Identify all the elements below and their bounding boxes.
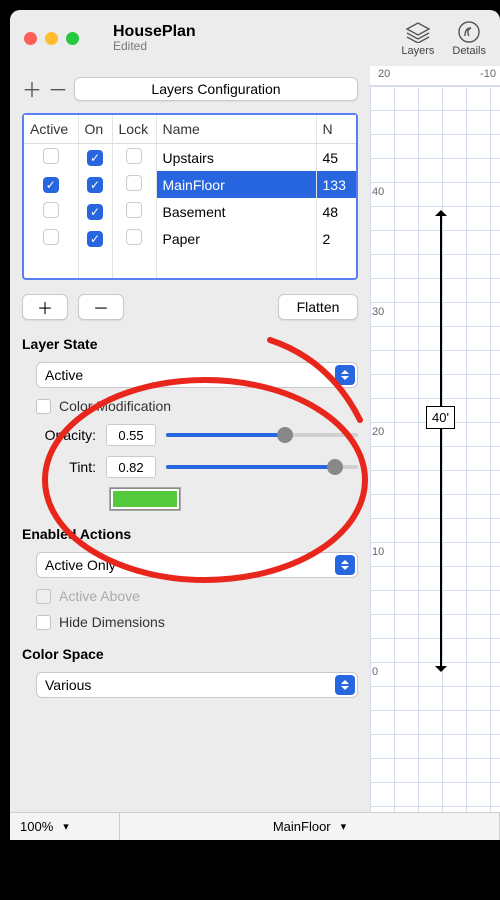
layers-panel: ＋ － Layers Configuration Active On Lock …	[10, 66, 370, 812]
details-icon	[454, 19, 484, 45]
active-checkbox[interactable]	[43, 202, 59, 218]
opacity-label: Opacity:	[36, 427, 96, 443]
layer-name: Paper	[156, 225, 316, 252]
ruler-tick: 20	[378, 68, 390, 80]
chevron-down-icon: ▾	[63, 820, 69, 833]
details-toolbar-button[interactable]: Details	[452, 19, 486, 57]
tint-label: Tint:	[36, 459, 96, 475]
active-above-checkbox: Active Above	[36, 588, 358, 604]
color-space-heading: Color Space	[22, 646, 358, 662]
table-row[interactable]: Upstairs45	[24, 144, 356, 172]
table-row[interactable]: MainFloor133	[24, 171, 356, 198]
chevron-down-icon: ▾	[341, 820, 347, 833]
lock-checkbox[interactable]	[126, 229, 142, 245]
enabled-actions-heading: Enabled Actions	[22, 526, 358, 542]
dimension-label: 40'	[426, 406, 455, 429]
checkbox-icon	[36, 399, 51, 414]
visible-checkbox[interactable]	[87, 177, 103, 193]
close-icon[interactable]	[24, 32, 37, 45]
layer-name: Upstairs	[156, 144, 316, 172]
layer-state-select[interactable]: Active	[36, 362, 358, 388]
table-row[interactable]: Basement48	[24, 198, 356, 225]
ruler-tick: 40	[372, 186, 384, 198]
layers-table[interactable]: Active On Lock Name N Upstairs45MainFloo…	[22, 113, 358, 280]
col-lock[interactable]: Lock	[112, 115, 156, 144]
color-space-value: Various	[45, 677, 91, 693]
layer-count: 45	[316, 144, 356, 172]
ruler-tick: 30	[372, 306, 384, 318]
layers-toolbar-button[interactable]: Layers	[401, 19, 434, 57]
titlebar: HousePlan Edited Layers Details	[10, 10, 500, 66]
visible-checkbox[interactable]	[87, 204, 103, 220]
dimension-line	[440, 216, 442, 666]
checkbox-icon	[36, 615, 51, 630]
hide-dimensions-label: Hide Dimensions	[59, 614, 165, 630]
lock-checkbox[interactable]	[126, 148, 142, 164]
active-layer-selector[interactable]: MainFloor ▾	[120, 813, 500, 840]
active-checkbox[interactable]	[43, 229, 59, 245]
active-checkbox[interactable]	[43, 148, 59, 164]
layers-icon	[403, 19, 433, 45]
updown-icon	[335, 675, 355, 695]
ruler-horizontal: 20 -10	[370, 66, 500, 86]
window-controls	[24, 32, 79, 45]
enabled-actions-value: Active Only	[45, 557, 116, 573]
checkbox-icon	[36, 589, 51, 604]
opacity-slider[interactable]	[166, 425, 358, 445]
col-on[interactable]: On	[78, 115, 112, 144]
ruler-tick: -10	[480, 68, 496, 80]
layer-state-heading: Layer State	[22, 336, 358, 352]
flatten-button[interactable]: Flatten	[278, 294, 358, 320]
opacity-value-field[interactable]: 0.55	[106, 424, 156, 446]
minimize-icon[interactable]	[45, 32, 58, 45]
layer-count: 48	[316, 198, 356, 225]
col-n[interactable]: N	[316, 115, 356, 144]
hide-dimensions-checkbox[interactable]: Hide Dimensions	[36, 614, 358, 630]
table-remove-button[interactable]: －	[78, 294, 124, 320]
ruler-tick: 10	[372, 546, 384, 558]
active-checkbox[interactable]	[43, 177, 59, 193]
lock-checkbox[interactable]	[126, 202, 142, 218]
drawing-canvas[interactable]: 20 -10 40 30 20 10 0 40'	[370, 66, 500, 812]
add-layer-button[interactable]: ＋	[22, 74, 40, 103]
grid	[370, 86, 500, 812]
col-active[interactable]: Active	[24, 115, 78, 144]
tint-slider[interactable]	[166, 457, 358, 477]
layer-name: Basement	[156, 198, 316, 225]
layer-state-value: Active	[45, 367, 83, 383]
layers-toolbar-label: Layers	[401, 45, 434, 57]
ruler-tick: 20	[372, 426, 384, 438]
active-layer-value: MainFloor	[273, 819, 331, 834]
details-toolbar-label: Details	[452, 45, 486, 57]
table-add-button[interactable]: ＋	[22, 294, 68, 320]
status-bar: 100% ▾ MainFloor ▾	[10, 812, 500, 840]
color-space-select[interactable]: Various	[36, 672, 358, 698]
active-above-label: Active Above	[59, 588, 140, 604]
color-modification-label: Color Modification	[59, 398, 171, 414]
layer-count: 133	[316, 171, 356, 198]
table-row[interactable]: Paper2	[24, 225, 356, 252]
visible-checkbox[interactable]	[87, 150, 103, 166]
zoom-icon[interactable]	[66, 32, 79, 45]
tint-color-swatch[interactable]	[110, 488, 180, 510]
zoom-value: 100%	[20, 819, 53, 834]
col-name[interactable]: Name	[156, 115, 316, 144]
enabled-actions-select[interactable]: Active Only	[36, 552, 358, 578]
zoom-selector[interactable]: 100% ▾	[10, 813, 120, 840]
layers-configuration-button[interactable]: Layers Configuration	[74, 77, 358, 101]
updown-icon	[335, 365, 355, 385]
tint-value-field[interactable]: 0.82	[106, 456, 156, 478]
window-title: HousePlan	[113, 23, 196, 41]
window-subtitle: Edited	[113, 40, 196, 53]
color-modification-checkbox[interactable]: Color Modification	[36, 398, 358, 414]
layer-count: 2	[316, 225, 356, 252]
ruler-tick: 0	[372, 666, 378, 678]
lock-checkbox[interactable]	[126, 175, 142, 191]
remove-layer-button[interactable]: －	[48, 74, 66, 103]
app-window: HousePlan Edited Layers Details ＋ －	[10, 10, 500, 840]
updown-icon	[335, 555, 355, 575]
visible-checkbox[interactable]	[87, 231, 103, 247]
layer-name: MainFloor	[156, 171, 316, 198]
